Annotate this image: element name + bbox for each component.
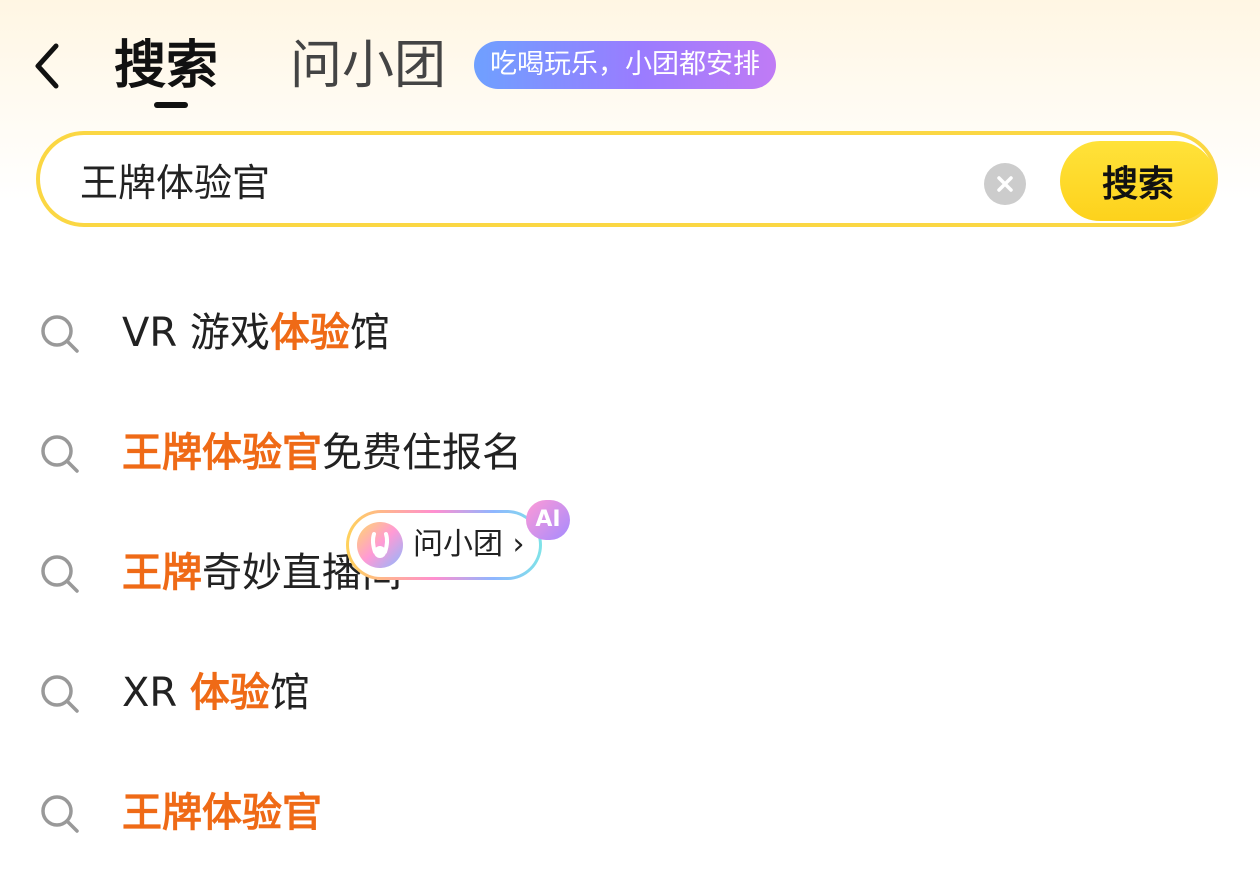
ask-xiaotuan-badge[interactable]: 吃喝玩乐，小团都安排: [474, 41, 776, 89]
suggestion-list: VR 游戏体验馆 王牌体验官免费住报名 王牌奇妙直播间 XR 体验馆 王牌体验官: [0, 272, 1260, 872]
suggestion-text: 王牌体验官免费住报名: [122, 430, 522, 476]
suggestion-item[interactable]: VR 游戏体验馆: [0, 272, 1260, 392]
search-icon: [41, 555, 79, 593]
ask-xiaotuan-chip[interactable]: 问小团 ›: [346, 510, 542, 580]
ask-chip-inner: 问小团 ›: [349, 513, 539, 577]
ask-chip-label: 问小团 ›: [413, 527, 525, 562]
back-button[interactable]: [22, 38, 72, 94]
suggestion-text: XR 体验馆: [122, 670, 310, 716]
search-button[interactable]: 搜索: [1060, 141, 1216, 221]
suggestion-text: VR 游戏体验馆: [122, 310, 390, 356]
suggestion-item[interactable]: 王牌奇妙直播间: [0, 512, 1260, 632]
search-icon: [41, 795, 79, 833]
search-page: 搜索 问小团 吃喝玩乐，小团都安排 搜索 VR 游戏体验馆 王牌体验: [0, 0, 1260, 894]
chevron-left-icon: [35, 43, 59, 89]
ai-badge: AI: [526, 500, 570, 540]
search-icon: [41, 435, 79, 473]
clear-button[interactable]: [984, 163, 1026, 205]
bunny-icon: [370, 532, 390, 558]
suggestion-item[interactable]: 王牌体验官: [0, 752, 1260, 872]
tab-ask-xiaotuan[interactable]: 问小团: [290, 34, 446, 98]
suggestion-item[interactable]: XR 体验馆: [0, 632, 1260, 752]
search-input[interactable]: [80, 149, 960, 209]
close-icon: [997, 176, 1013, 192]
active-tab-indicator: [154, 102, 188, 108]
search-bar: 搜索: [36, 131, 1218, 227]
suggestion-text: 王牌体验官: [122, 790, 322, 836]
tab-search[interactable]: 搜索: [114, 34, 218, 98]
search-icon: [41, 315, 79, 353]
search-icon: [41, 675, 79, 713]
xiaotuan-logo-icon: [357, 522, 403, 568]
suggestion-item[interactable]: 王牌体验官免费住报名: [0, 392, 1260, 512]
